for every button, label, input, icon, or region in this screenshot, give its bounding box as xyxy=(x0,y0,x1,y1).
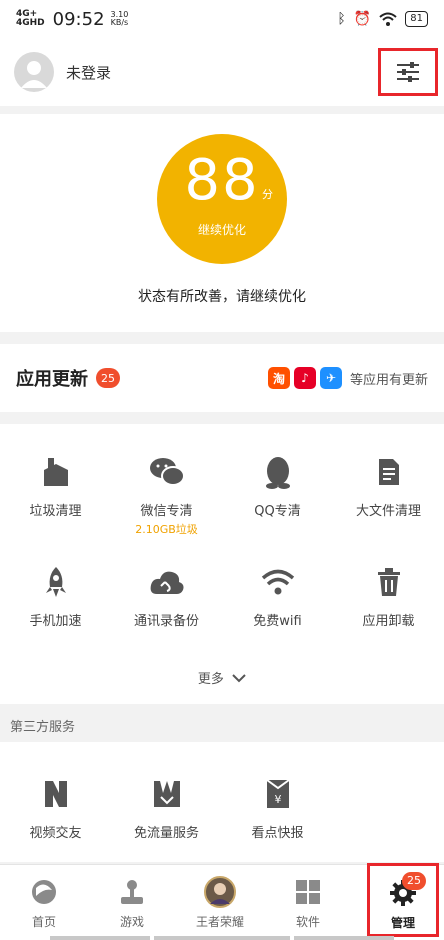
login-status[interactable]: 未登录 xyxy=(66,62,111,83)
battery-level: 81 xyxy=(405,11,428,27)
tool-label: 免费wifi xyxy=(253,614,302,629)
update-apps: 淘 ♪ ✈ 等应用有更新 xyxy=(267,367,428,389)
service-news[interactable]: ¥ 看点快报 xyxy=(222,776,333,841)
tool-label: 垃圾清理 xyxy=(29,504,82,519)
update-title: 应用更新 xyxy=(16,369,88,390)
video-chat-icon xyxy=(44,781,67,807)
bluetooth-icon: ᛒ xyxy=(337,11,346,27)
nav-item-manage[interactable]: 管理 25 xyxy=(367,863,439,937)
score-circle[interactable]: 88 分 继续优化 xyxy=(157,134,287,264)
trash-icon xyxy=(377,568,400,596)
score-card: 88 分 继续优化 状态有所改善，请继续优化 xyxy=(0,114,444,332)
nav-label: 软件 xyxy=(295,915,320,929)
news-icon: ¥ xyxy=(265,779,290,808)
tool-wechat-clean[interactable]: 微信专清 2.10GB垃圾 xyxy=(111,454,222,537)
tool-label: 手机加速 xyxy=(29,614,82,629)
tool-label: 通讯录备份 xyxy=(133,614,199,629)
nav-item-games[interactable]: 游戏 xyxy=(88,865,176,940)
update-count-badge: 25 xyxy=(96,368,120,388)
file-icon xyxy=(378,459,399,485)
tool-app-uninstall[interactable]: 应用卸载 xyxy=(333,564,444,629)
service-video-chat[interactable]: 视频交友 xyxy=(0,776,111,841)
tool-label: 应用卸载 xyxy=(362,614,415,629)
game-avatar-icon xyxy=(204,876,236,908)
status-bar: 4G+ 4GHD 09:52 3.10 KB/s ᛒ ⏰ 81 xyxy=(0,0,444,38)
netease-music-icon: ♪ xyxy=(293,367,316,389)
tool-contacts-backup[interactable]: 通讯录备份 xyxy=(111,564,222,629)
settings-button[interactable] xyxy=(378,48,438,96)
manage-badge: 25 xyxy=(402,872,426,890)
status-message: 状态有所改善，请继续优化 xyxy=(138,289,306,305)
clock: 09:52 xyxy=(52,8,105,30)
tool-label: 微信专清 xyxy=(140,504,193,519)
wifi-icon xyxy=(261,569,294,595)
score-subtitle: 继续优化 xyxy=(197,223,246,237)
nav-item-honor-of-kings[interactable]: 王者荣耀 xyxy=(176,865,264,940)
more-label: 更多 xyxy=(197,672,224,687)
nav-item-software[interactable]: 软件 xyxy=(264,865,352,940)
tool-large-file-clean[interactable]: 大文件清理 xyxy=(333,454,444,519)
tool-qq-clean[interactable]: QQ专清 xyxy=(222,454,333,519)
data-free-icon xyxy=(153,781,180,807)
score-value: 88 xyxy=(184,148,260,213)
wechat-icon xyxy=(149,458,185,486)
third-party-heading: 第三方服务 xyxy=(0,704,444,742)
tools-grid: 垃圾清理 微信专清 2.10GB垃圾 QQ专清 大文件清理 手机加速 通讯录备份… xyxy=(0,424,444,704)
nav-label: 管理 xyxy=(390,916,415,930)
user-icon xyxy=(21,61,47,88)
service-label: 视频交友 xyxy=(29,826,82,841)
nav-label: 王者荣耀 xyxy=(195,915,244,929)
sliders-icon xyxy=(397,62,419,82)
status-icons: ᛒ ⏰ 81 xyxy=(337,11,428,27)
broom-icon xyxy=(43,458,68,486)
more-button[interactable]: 更多 xyxy=(0,668,444,687)
gesture-bar xyxy=(50,936,150,940)
taobao-icon: 淘 xyxy=(267,367,290,389)
service-label: 免流量服务 xyxy=(133,826,199,841)
chevron-down-icon xyxy=(232,674,246,683)
rocket-icon xyxy=(45,567,66,597)
home-swirl-icon xyxy=(32,880,56,904)
gesture-bar xyxy=(154,936,290,940)
svg-text:¥: ¥ xyxy=(274,793,281,806)
avatar[interactable] xyxy=(14,52,54,92)
service-data-free[interactable]: 免流量服务 xyxy=(111,776,222,841)
wifi-status-icon xyxy=(379,12,397,26)
tool-phone-boost[interactable]: 手机加速 xyxy=(0,564,111,629)
header: 未登录 xyxy=(0,38,444,106)
speed-unit: KB/s xyxy=(110,18,129,27)
app-update-bar[interactable]: 应用更新 25 淘 ♪ ✈ 等应用有更新 xyxy=(0,344,444,412)
dingtalk-icon: ✈ xyxy=(319,367,342,389)
tool-free-wifi[interactable]: 免费wifi xyxy=(222,564,333,629)
signal-indicator: 4G+ 4GHD xyxy=(16,10,45,28)
joystick-icon xyxy=(121,880,143,904)
gesture-bar xyxy=(294,936,394,940)
tool-sublabel: 2.10GB垃圾 xyxy=(135,523,198,536)
third-party-grid: 视频交友 免流量服务 ¥ 看点快报 xyxy=(0,742,444,862)
signal-label-2: 4GHD xyxy=(16,18,45,28)
nav-item-home[interactable]: 首页 xyxy=(0,865,88,940)
update-more-text: 等应用有更新 xyxy=(349,372,428,388)
service-label: 看点快报 xyxy=(251,826,304,841)
nav-label: 游戏 xyxy=(119,915,144,929)
apps-grid-icon xyxy=(296,880,320,904)
score-unit: 分 xyxy=(262,188,273,201)
tool-label: 大文件清理 xyxy=(355,504,421,519)
cloud-sync-icon xyxy=(150,571,183,594)
bottom-nav: 首页 游戏 王者荣耀 软件 管理 25 xyxy=(0,863,444,940)
tool-label: QQ专清 xyxy=(254,504,301,519)
qq-penguin-icon xyxy=(265,457,290,489)
tool-junk-clean[interactable]: 垃圾清理 xyxy=(0,454,111,519)
network-speed: 3.10 KB/s xyxy=(111,11,129,27)
nav-label: 首页 xyxy=(31,915,56,929)
alarm-icon: ⏰ xyxy=(353,11,372,27)
